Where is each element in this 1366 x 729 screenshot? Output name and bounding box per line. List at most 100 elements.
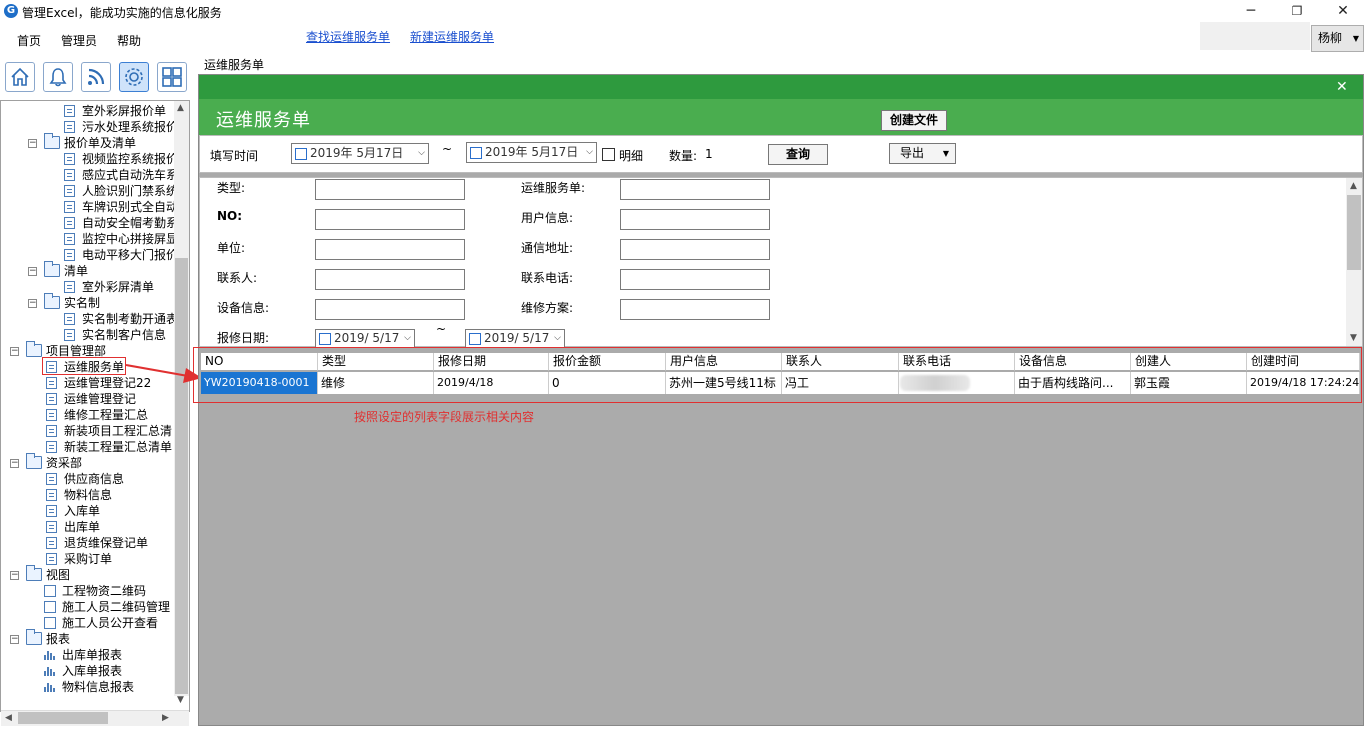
- tree-node[interactable]: − 视图: [0, 565, 174, 583]
- tree-node-label: 出库单报表: [62, 648, 123, 662]
- collapse-toggle-icon[interactable]: −: [28, 299, 37, 308]
- gear-icon[interactable]: [119, 62, 149, 92]
- tree-node[interactable]: 视频监控系统报价: [0, 151, 178, 167]
- menu-help[interactable]: 帮助: [117, 32, 141, 49]
- tree-node[interactable]: − 报价单及清单: [0, 133, 174, 151]
- app-logo-icon: G: [4, 4, 18, 18]
- tree-node-label: 视频监控系统报价: [82, 152, 179, 166]
- view-icon: [44, 601, 56, 613]
- tree-node[interactable]: 电动平移大门报价: [0, 247, 178, 263]
- collapse-toggle-icon[interactable]: −: [28, 267, 37, 276]
- repair-plan-label: 维修方案:: [521, 301, 574, 315]
- form-vertical-scroll-thumb[interactable]: [1347, 195, 1361, 270]
- tree-node[interactable]: 实名制考勤开通表: [0, 311, 178, 327]
- scroll-up-icon[interactable]: ▲: [1350, 181, 1357, 191]
- tree-node[interactable]: 车牌识别式全自动: [0, 199, 178, 215]
- date-from-checkbox[interactable]: [295, 148, 307, 160]
- user-info-input[interactable]: [620, 209, 770, 230]
- type-input[interactable]: [315, 179, 465, 200]
- tree-node[interactable]: 运维管理登记: [0, 391, 174, 407]
- collapse-toggle-icon[interactable]: −: [10, 459, 19, 468]
- unit-input[interactable]: [315, 239, 465, 260]
- repair-plan-input[interactable]: [620, 299, 770, 320]
- collapse-toggle-icon[interactable]: −: [10, 571, 19, 580]
- repair-date-label: 报修日期:: [217, 331, 270, 345]
- query-button[interactable]: 查询: [768, 144, 828, 165]
- folder-icon: [44, 293, 60, 309]
- device-info-input[interactable]: [315, 299, 465, 320]
- tree-node[interactable]: 维修工程量汇总: [0, 407, 174, 423]
- tree-node-label: 人脸识别门禁系统: [82, 184, 179, 198]
- date-to-picker[interactable]: 2019年 5月17日 ⌵: [466, 142, 597, 163]
- bell-icon[interactable]: [43, 62, 73, 92]
- repair-date-to-checkbox[interactable]: [469, 333, 481, 345]
- close-button[interactable]: ✕: [1320, 0, 1366, 24]
- service-order-input[interactable]: [620, 179, 770, 200]
- tree-node[interactable]: 退货维保登记单: [0, 535, 174, 551]
- menu-home[interactable]: 首页: [17, 32, 41, 49]
- address-input[interactable]: [620, 239, 770, 260]
- tree-node[interactable]: 工程物资二维码: [0, 583, 174, 599]
- tree-node[interactable]: 自动安全帽考勤系: [0, 215, 178, 231]
- tree-node[interactable]: 监控中心拼接屏显: [0, 231, 178, 247]
- tree-node[interactable]: 施工人员二维码管理: [0, 599, 174, 615]
- menu-admin[interactable]: 管理员: [61, 32, 97, 49]
- phone-input[interactable]: [620, 269, 770, 290]
- tree-node[interactable]: 入库单: [0, 503, 174, 519]
- no-input[interactable]: [315, 209, 465, 230]
- tree-node[interactable]: 人脸识别门禁系统: [0, 183, 178, 199]
- restore-button[interactable]: ❐: [1274, 0, 1320, 24]
- collapse-toggle-icon[interactable]: −: [10, 635, 19, 644]
- scroll-up-icon[interactable]: ▲: [177, 103, 184, 113]
- date-from-picker[interactable]: 2019年 5月17日 ⌵: [291, 143, 429, 164]
- document-icon: [64, 169, 75, 181]
- repair-date-from-picker[interactable]: 2019/ 5/17 ⌵: [315, 329, 415, 348]
- tree-node-label: 室外彩屏清单: [82, 280, 155, 294]
- scroll-left-icon[interactable]: ◀: [5, 713, 12, 723]
- export-dropdown-button[interactable]: 导出 ▼: [889, 143, 956, 164]
- rss-icon[interactable]: [81, 62, 111, 92]
- panel-close-icon[interactable]: ✕: [1336, 79, 1348, 95]
- new-service-order-link[interactable]: 新建运维服务单: [410, 28, 494, 45]
- panel-title-bar: [199, 99, 1363, 135]
- document-icon: [64, 105, 75, 117]
- repair-date-from-checkbox[interactable]: [319, 333, 331, 345]
- fill-time-label: 填写时间: [210, 149, 259, 163]
- scroll-right-icon[interactable]: ▶: [162, 713, 169, 723]
- minimize-button[interactable]: ─: [1228, 0, 1274, 24]
- find-service-order-link[interactable]: 查找运维服务单: [306, 28, 390, 45]
- grid-icon[interactable]: [157, 62, 187, 92]
- repair-date-to-picker[interactable]: 2019/ 5/17 ⌵: [465, 329, 565, 348]
- scroll-down-icon[interactable]: ▼: [177, 695, 184, 705]
- tree-node[interactable]: 供应商信息: [0, 471, 174, 487]
- chevron-down-icon: ⌵: [404, 333, 411, 343]
- date-to-checkbox[interactable]: [470, 147, 482, 159]
- tree-node[interactable]: − 清单: [0, 261, 174, 279]
- scroll-down-icon[interactable]: ▼: [1350, 333, 1357, 343]
- document-icon: [46, 521, 57, 533]
- tree-node[interactable]: 室外彩屏清单: [0, 279, 174, 295]
- tree-node-label: 物料信息: [64, 488, 113, 502]
- collapse-toggle-icon[interactable]: −: [10, 347, 19, 356]
- tree-node[interactable]: 污水处理系统报价: [0, 119, 178, 135]
- tree-vertical-scroll-thumb[interactable]: [175, 258, 188, 694]
- tree-node[interactable]: 物料信息: [0, 487, 174, 503]
- tree-node[interactable]: − 资采部: [0, 453, 174, 471]
- tree-node[interactable]: 物料信息报表: [0, 679, 174, 695]
- chevron-down-icon: ⌵: [586, 147, 593, 157]
- tree-node[interactable]: 感应式自动洗车系: [0, 167, 178, 183]
- tree-node[interactable]: − 报表: [0, 629, 174, 647]
- detail-checkbox[interactable]: [602, 148, 615, 161]
- contact-input[interactable]: [315, 269, 465, 290]
- tree-node[interactable]: 入库单报表: [0, 663, 174, 679]
- tree-node[interactable]: − 实名制: [0, 293, 174, 311]
- home-icon[interactable]: [5, 62, 35, 92]
- user-dropdown[interactable]: 杨柳 ▼: [1311, 25, 1364, 52]
- tree-node[interactable]: 新装项目工程汇总清: [0, 423, 174, 439]
- tree-node[interactable]: 出库单: [0, 519, 174, 535]
- create-file-button[interactable]: 创建文件: [881, 110, 947, 131]
- collapse-toggle-icon[interactable]: −: [28, 139, 37, 148]
- tree-horizontal-scroll-thumb[interactable]: [18, 712, 108, 724]
- tree-node[interactable]: 出库单报表: [0, 647, 174, 663]
- tree-node[interactable]: 室外彩屏报价单: [0, 103, 174, 119]
